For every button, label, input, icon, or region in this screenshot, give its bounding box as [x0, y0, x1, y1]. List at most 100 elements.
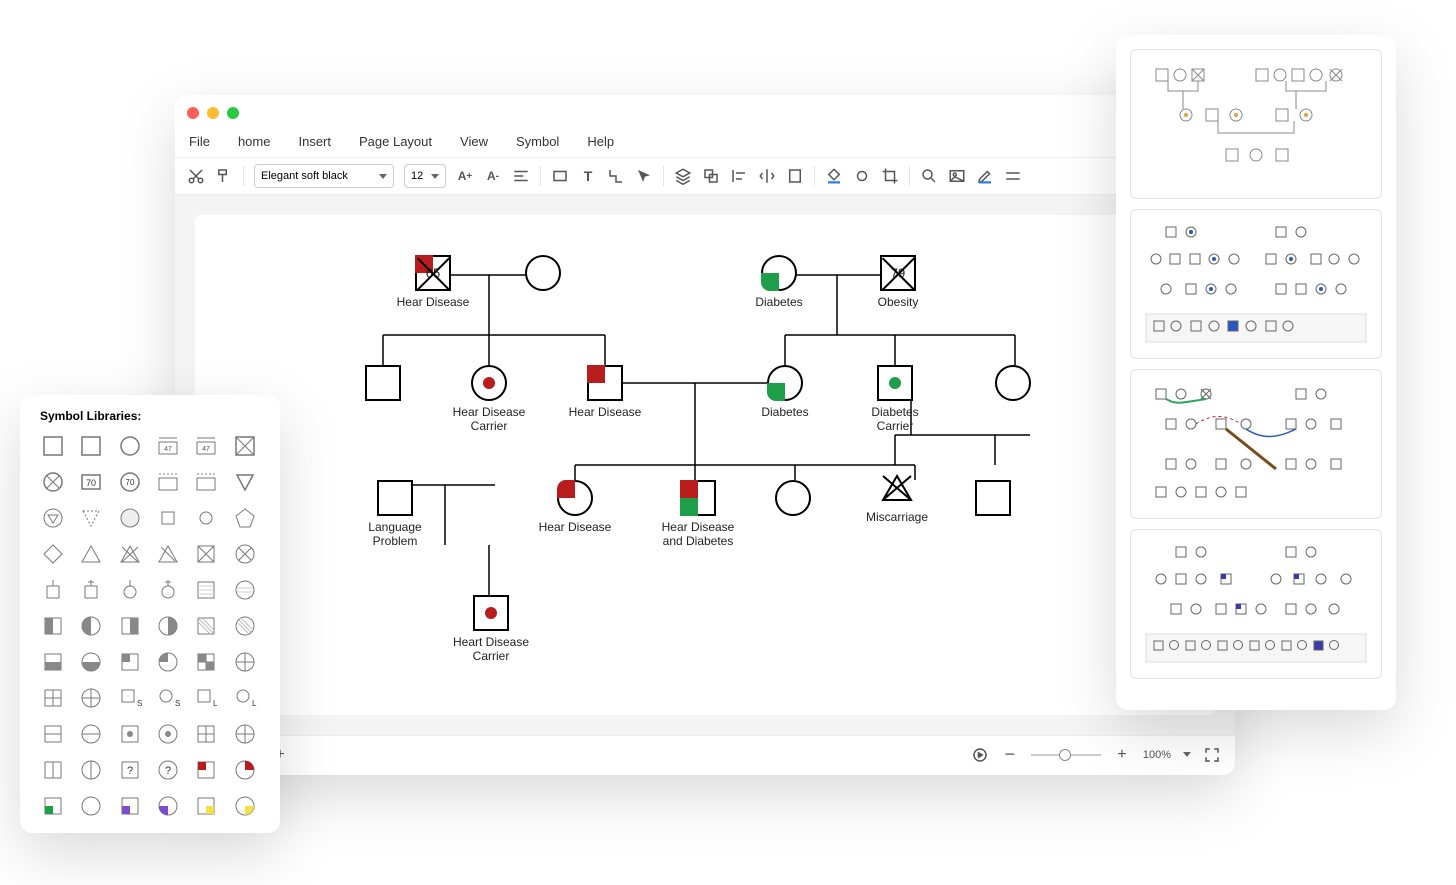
- symbol-sq-red[interactable]: [193, 757, 219, 783]
- maximize-button[interactable]: [227, 107, 239, 119]
- symbol-ci-hatch-2[interactable]: [232, 613, 258, 639]
- format-painter-icon[interactable]: [215, 167, 233, 185]
- node-hear-disease-low[interactable]: Hear Disease: [537, 480, 613, 534]
- flip-icon[interactable]: [758, 167, 776, 185]
- symbol-sq-grid[interactable]: [193, 721, 219, 747]
- menu-insert[interactable]: Insert: [298, 134, 331, 149]
- node-female-blank-2[interactable]: [995, 365, 1031, 405]
- menu-view[interactable]: View: [460, 134, 488, 149]
- page-size-icon[interactable]: [786, 167, 804, 185]
- layers-icon[interactable]: [674, 167, 692, 185]
- node-diabetes-mid[interactable]: Diabetes: [747, 365, 823, 419]
- canvas[interactable]: 65 Hear Disease Diabetes 79 Obesity Hear…: [195, 215, 1215, 715]
- pen-icon[interactable]: [976, 167, 994, 185]
- symbol-dash-box-2[interactable]: [193, 469, 219, 495]
- symbol-ci-qmark[interactable]: ?: [155, 757, 181, 783]
- close-button[interactable]: [187, 107, 199, 119]
- cut-icon[interactable]: [187, 167, 205, 185]
- symbol-ci-half-bottom[interactable]: [78, 649, 104, 675]
- symbol-ci-dot[interactable]: [155, 721, 181, 747]
- symbol-square-2[interactable]: [78, 433, 104, 459]
- zoom-slider[interactable]: [1031, 754, 1101, 756]
- symbol-ci-purple[interactable]: [155, 793, 181, 819]
- symbol-ci-s[interactable]: S: [155, 685, 181, 711]
- minimize-button[interactable]: [207, 107, 219, 119]
- node-female-blank-1[interactable]: [525, 255, 561, 295]
- node-male-blank-1[interactable]: [365, 365, 401, 405]
- symbol-ci-4quad[interactable]: [232, 649, 258, 675]
- symbol-ci-quarter-tl[interactable]: [155, 649, 181, 675]
- symbol-circle[interactable]: [117, 433, 143, 459]
- symbol-triangle-slash[interactable]: [155, 541, 181, 567]
- symbol-sq-line[interactable]: [40, 721, 66, 747]
- symbol-sq-purple[interactable]: [117, 793, 143, 819]
- zoom-in-icon[interactable]: +: [1113, 746, 1131, 764]
- template-thumb-2[interactable]: [1130, 209, 1382, 359]
- node-diabetes-carrier[interactable]: Diabetes Carrier: [857, 365, 933, 434]
- font-select[interactable]: Elegant soft black: [254, 164, 394, 188]
- symbol-sq-stem-1[interactable]: [40, 577, 66, 603]
- symbol-dash-box-1[interactable]: [155, 469, 181, 495]
- symbol-sq-quarter-tl[interactable]: [117, 649, 143, 675]
- symbol-sq-hatch[interactable]: [193, 577, 219, 603]
- symbol-circle-fill-light[interactable]: [117, 505, 143, 531]
- symbol-sq-stem-2[interactable]: [78, 577, 104, 603]
- symbol-sq-qmark[interactable]: ?: [117, 757, 143, 783]
- symbol-circle-x[interactable]: [40, 469, 66, 495]
- menu-pagelayout[interactable]: Page Layout: [359, 134, 432, 149]
- symbol-box-70[interactable]: 70: [78, 469, 104, 495]
- symbol-ci-yellow[interactable]: [232, 793, 258, 819]
- more-icon[interactable]: [1004, 167, 1022, 185]
- node-female-blank-3[interactable]: [775, 480, 811, 520]
- menu-help[interactable]: Help: [587, 134, 614, 149]
- template-thumb-4[interactable]: [1130, 529, 1382, 679]
- symbol-sq-s[interactable]: S: [117, 685, 143, 711]
- symbol-sq-yellow[interactable]: [193, 793, 219, 819]
- symbol-ci-v[interactable]: [78, 757, 104, 783]
- search-icon[interactable]: [920, 167, 938, 185]
- symbol-ci-half-left[interactable]: [78, 613, 104, 639]
- symbol-diamond[interactable]: [40, 541, 66, 567]
- symbol-circle-triangle-down[interactable]: [40, 505, 66, 531]
- template-thumb-3[interactable]: [1130, 369, 1382, 519]
- template-thumb-1[interactable]: [1130, 49, 1382, 199]
- node-miscarriage[interactable]: Miscarriage: [859, 470, 935, 524]
- symbol-pentagon[interactable]: [232, 505, 258, 531]
- symbol-sq-half-left[interactable]: [40, 613, 66, 639]
- zoom-value[interactable]: 100%: [1143, 749, 1171, 761]
- symbol-ci-outline[interactable]: [78, 793, 104, 819]
- symbol-square[interactable]: [40, 433, 66, 459]
- pointer-icon[interactable]: [635, 167, 653, 185]
- symbol-circle-small[interactable]: [193, 505, 219, 531]
- symbol-triangle-down[interactable]: [232, 469, 258, 495]
- symbol-sq-dot[interactable]: [117, 721, 143, 747]
- zoom-out-icon[interactable]: −: [1001, 746, 1019, 764]
- increase-font-icon[interactable]: A+: [456, 167, 474, 185]
- symbol-square-x[interactable]: [232, 433, 258, 459]
- symbol-ci-hatch[interactable]: [232, 577, 258, 603]
- presentation-icon[interactable]: [971, 746, 989, 764]
- group-icon[interactable]: [702, 167, 720, 185]
- shadow-icon[interactable]: [853, 167, 871, 185]
- symbol-triangle-up[interactable]: [78, 541, 104, 567]
- symbol-square-small[interactable]: [155, 505, 181, 531]
- symbol-sq-l[interactable]: L: [193, 685, 219, 711]
- symbol-sq-hatch-2[interactable]: [193, 613, 219, 639]
- canvas-area[interactable]: 65 Hear Disease Diabetes 79 Obesity Hear…: [175, 195, 1235, 735]
- symbol-ci-l[interactable]: L: [232, 685, 258, 711]
- symbol-sq-cross[interactable]: [40, 685, 66, 711]
- node-hear-disease-mid[interactable]: Hear Disease: [567, 365, 643, 419]
- symbol-circle-70[interactable]: 70: [117, 469, 143, 495]
- symbol-ci-line[interactable]: [78, 721, 104, 747]
- symbol-date-box-2[interactable]: 47: [193, 433, 219, 459]
- fullscreen-icon[interactable]: [1203, 746, 1221, 764]
- symbol-ci-grid[interactable]: [232, 721, 258, 747]
- crop-icon[interactable]: [881, 167, 899, 185]
- symbol-ci-stem-1[interactable]: [117, 577, 143, 603]
- symbol-sq-4quad[interactable]: [193, 649, 219, 675]
- node-heart-disease-carrier-bottom[interactable]: Heart Disease Carrier: [451, 595, 531, 664]
- symbol-ci-stem-2[interactable]: [155, 577, 181, 603]
- node-diabetes-top[interactable]: Diabetes: [741, 255, 817, 309]
- connector-icon[interactable]: [607, 167, 625, 185]
- symbol-sq-half-right[interactable]: [117, 613, 143, 639]
